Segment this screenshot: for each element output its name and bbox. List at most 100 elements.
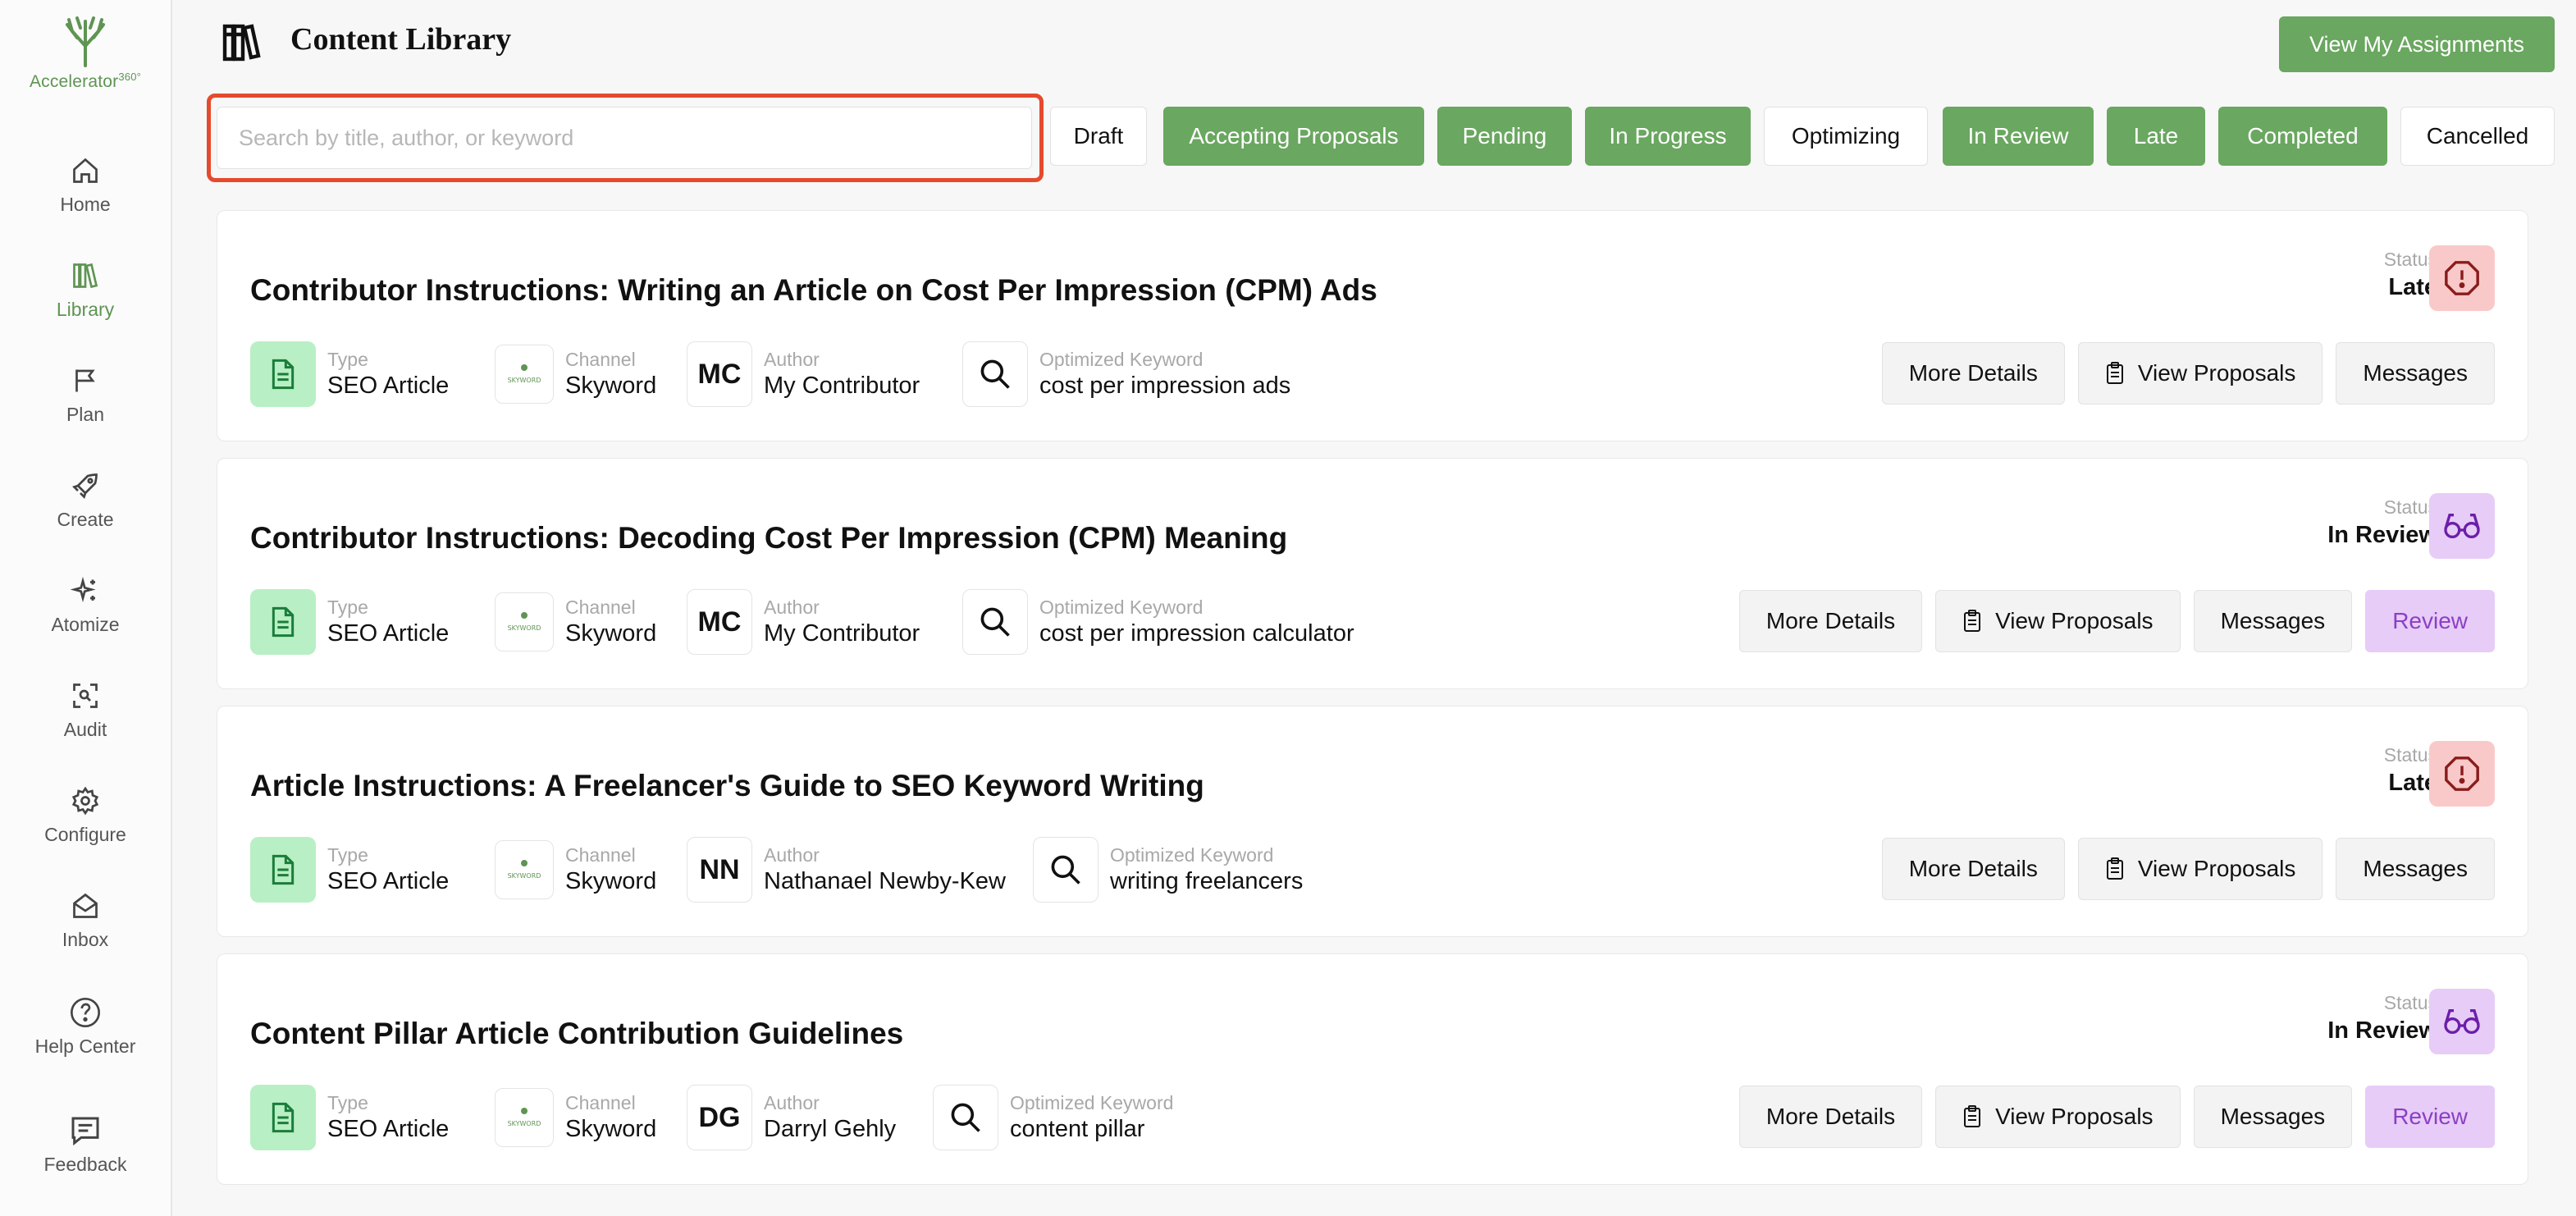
- author-meta: MC Author My Contributor: [687, 341, 920, 408]
- filter-optimizing[interactable]: Optimizing: [1764, 107, 1928, 166]
- type-meta: Type SEO Article: [250, 836, 449, 903]
- document-icon: [272, 1102, 295, 1133]
- svg-text:SKYWORD: SKYWORD: [508, 624, 541, 632]
- sidebar-item-label: Audit: [63, 719, 107, 740]
- status-late-badge: [2429, 741, 2495, 807]
- sidebar-item-label: Create: [57, 509, 114, 530]
- sidebar: Accelerator360° Home Library Plan Create…: [0, 0, 172, 1216]
- view-proposals-button[interactable]: View Proposals: [1935, 1086, 2181, 1148]
- channel-meta: SKYWORD Channel Skyword: [495, 836, 656, 903]
- author-meta: DG Author Darryl Gehly: [687, 1084, 896, 1151]
- sidebar-item-feedback[interactable]: Feedback: [0, 1114, 171, 1205]
- skyword-logo-icon: SKYWORD: [508, 364, 541, 384]
- sidebar-item-plan[interactable]: Plan: [0, 364, 171, 455]
- status-review-badge: [2429, 989, 2495, 1054]
- keyword-meta: Optimized Keyword content pillar: [933, 1084, 1173, 1151]
- avatar: MC: [687, 589, 752, 655]
- search-icon: [951, 1103, 980, 1132]
- type-meta: Type SEO Article: [250, 588, 449, 656]
- keyword-meta: Optimized Keyword writing freelancers: [1033, 836, 1303, 903]
- channel-meta: SKYWORD Channel Skyword: [495, 341, 656, 408]
- envelope-icon: [73, 893, 98, 918]
- card-actions: More Details View Proposals Messages: [1881, 838, 2495, 900]
- messages-button[interactable]: Messages: [2336, 838, 2495, 900]
- status-label: Status: [2383, 992, 2437, 1013]
- alert-octagon-icon: [2445, 757, 2479, 791]
- sidebar-item-create[interactable]: Create: [0, 469, 171, 560]
- glasses-icon: [2444, 1009, 2480, 1034]
- scan-icon: [73, 683, 98, 708]
- sidebar-item-audit[interactable]: Audit: [0, 679, 171, 770]
- sidebar-item-label: Library: [56, 299, 115, 320]
- status-value: In Review: [2327, 1017, 2437, 1044]
- sidebar-item-label: Configure: [44, 824, 126, 845]
- sidebar-item-atomize[interactable]: Atomize: [0, 574, 171, 665]
- status-block: Status In Review: [2327, 496, 2437, 549]
- filter-completed[interactable]: Completed: [2218, 107, 2387, 166]
- channel-meta: SKYWORD Channel Skyword: [495, 1084, 656, 1151]
- help-icon: [71, 998, 100, 1027]
- keyword-meta: Optimized Keyword cost per impression cal…: [962, 588, 1354, 656]
- status-late-badge: [2429, 245, 2495, 311]
- keyword-meta: Optimized Keyword cost per impression ads: [962, 341, 1290, 408]
- filter-draft[interactable]: Draft: [1050, 107, 1147, 166]
- author-meta: NN Author Nathanael Newby-Kew: [687, 836, 1006, 903]
- content-list: Contributor Instructions: Writing an Art…: [207, 197, 2533, 1216]
- filter-in-progress[interactable]: In Progress: [1585, 107, 1751, 166]
- sidebar-item-label: Feedback: [43, 1154, 127, 1175]
- avatar: NN: [687, 837, 752, 903]
- rocket-icon: [72, 473, 98, 499]
- messages-button[interactable]: Messages: [2193, 590, 2353, 652]
- filter-pending[interactable]: Pending: [1437, 107, 1572, 166]
- more-details-button[interactable]: More Details: [1881, 838, 2065, 900]
- search-icon: [980, 359, 1010, 389]
- content-title[interactable]: Article Instructions: A Freelancer's Gui…: [250, 769, 1204, 803]
- sidebar-item-label: Atomize: [51, 614, 120, 635]
- messages-button[interactable]: Messages: [2193, 1086, 2353, 1148]
- filter-cancelled[interactable]: Cancelled: [2400, 107, 2555, 166]
- sidebar-item-home[interactable]: Home: [0, 154, 171, 245]
- channel-meta: SKYWORD Channel Skyword: [495, 588, 656, 656]
- card-actions: More Details View Proposals Messages Rev…: [1738, 1086, 2495, 1148]
- document-icon: [272, 359, 295, 390]
- sidebar-item-configure[interactable]: Configure: [0, 784, 171, 875]
- search-icon: [980, 607, 1010, 637]
- review-button[interactable]: Review: [2365, 1086, 2495, 1148]
- svg-text:SKYWORD: SKYWORD: [508, 872, 541, 880]
- author-meta: MC Author My Contributor: [687, 588, 920, 656]
- filter-in-review[interactable]: In Review: [1943, 107, 2094, 166]
- status-review-badge: [2429, 493, 2495, 559]
- document-icon: [272, 854, 295, 885]
- clipboard-icon: [2106, 362, 2123, 384]
- status-value: In Review: [2327, 522, 2437, 548]
- filter-late[interactable]: Late: [2107, 107, 2205, 166]
- brand-logo[interactable]: Accelerator360°: [0, 16, 171, 92]
- clipboard-icon: [2106, 857, 2123, 880]
- feedback-icon: [71, 1117, 99, 1146]
- glasses-icon: [2444, 514, 2480, 538]
- view-my-assignments-button[interactable]: View My Assignments: [2279, 16, 2555, 72]
- more-details-button[interactable]: More Details: [1738, 590, 1923, 652]
- search-input[interactable]: [217, 107, 1032, 169]
- flag-icon: [75, 369, 95, 392]
- sidebar-item-library[interactable]: Library: [0, 259, 171, 350]
- more-details-button[interactable]: More Details: [1738, 1086, 1923, 1148]
- content-title[interactable]: Contributor Instructions: Writing an Art…: [250, 273, 1377, 308]
- review-button[interactable]: Review: [2365, 590, 2495, 652]
- avatar: DG: [687, 1085, 752, 1150]
- content-title[interactable]: Content Pillar Article Contribution Guid…: [250, 1017, 903, 1051]
- messages-button[interactable]: Messages: [2336, 342, 2495, 405]
- view-proposals-button[interactable]: View Proposals: [2077, 838, 2323, 900]
- content-card: Contributor Instructions: Writing an Art…: [217, 210, 2528, 441]
- content-title[interactable]: Contributor Instructions: Decoding Cost …: [250, 521, 1287, 555]
- library-icon: [222, 24, 261, 62]
- more-details-button[interactable]: More Details: [1881, 342, 2065, 405]
- document-icon: [272, 606, 295, 638]
- filter-accepting-proposals[interactable]: Accepting Proposals: [1163, 107, 1424, 166]
- view-proposals-button[interactable]: View Proposals: [2077, 342, 2323, 405]
- brand-name: Accelerator360°: [29, 71, 142, 91]
- view-proposals-button[interactable]: View Proposals: [1935, 590, 2181, 652]
- sidebar-item-help-center[interactable]: Help Center: [0, 996, 171, 1086]
- content-card: Content Pillar Article Contribution Guid…: [217, 953, 2528, 1185]
- sidebar-item-inbox[interactable]: Inbox: [0, 889, 171, 980]
